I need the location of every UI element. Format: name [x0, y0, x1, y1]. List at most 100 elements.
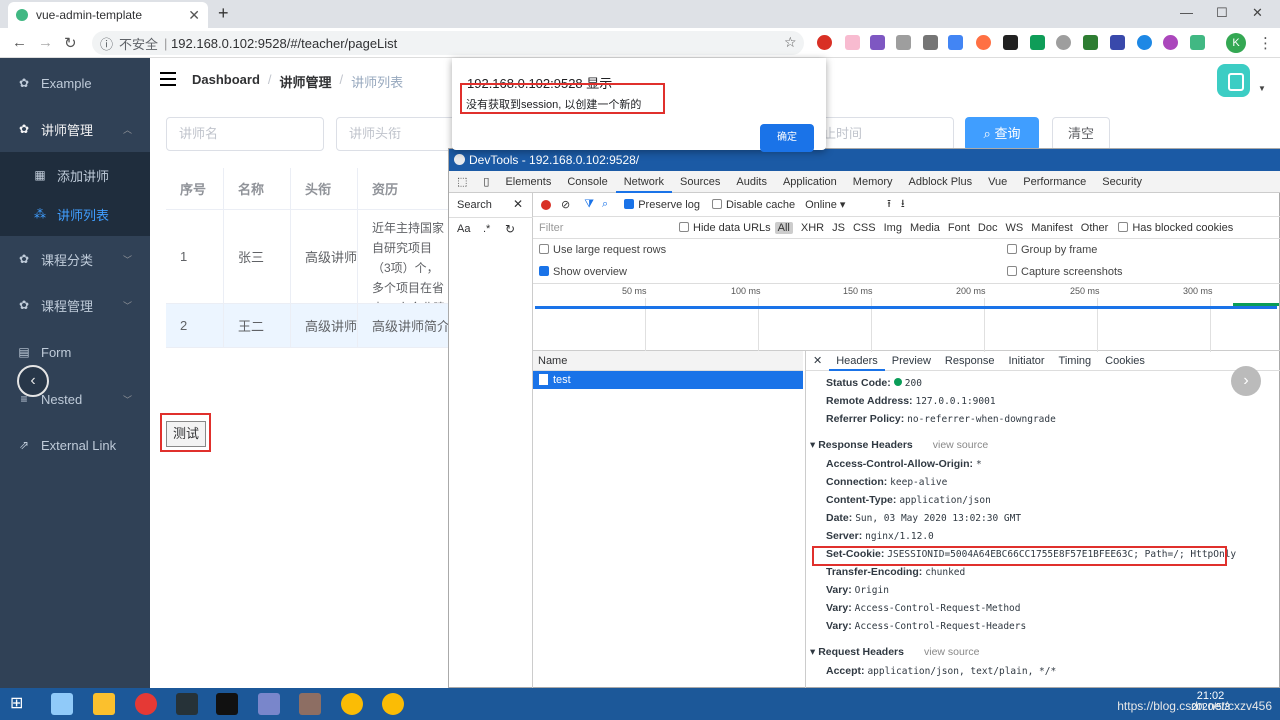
sidebar-item-course-category[interactable]: ✿ 课程分类 ﹀	[0, 236, 150, 282]
sidebar-item-teacher-manage[interactable]: ✿ 讲师管理 ︿	[0, 106, 150, 152]
extension-icon[interactable]	[1163, 35, 1178, 50]
app-icon[interactable]	[258, 693, 280, 715]
test-button[interactable]: 测试	[166, 421, 206, 447]
chrome-icon[interactable]	[341, 693, 363, 715]
timeline-overview[interactable]: 50 ms 100 ms 150 ms 200 ms 250 ms 300 ms	[533, 283, 1280, 352]
shield-extension-icon[interactable]	[1030, 35, 1045, 50]
type-media[interactable]: Media	[910, 222, 940, 234]
tab-adblock[interactable]: Adblock Plus	[901, 171, 981, 193]
extension-icon[interactable]	[1083, 35, 1098, 50]
collapse-circle-icon[interactable]: ‹	[17, 365, 49, 397]
extension-icon[interactable]	[1056, 35, 1071, 50]
refresh-search-icon[interactable]: ↻	[505, 222, 515, 236]
tab-vue[interactable]: Vue	[980, 171, 1015, 193]
type-js[interactable]: JS	[832, 222, 845, 234]
omnibox[interactable]: ⓘ 不安全 | 192.168.0.102:9528/#/teacher/pag…	[92, 31, 804, 55]
windows-start-icon[interactable]: ⊞	[10, 693, 32, 715]
regex-icon[interactable]: .*	[483, 223, 490, 235]
tab-headers[interactable]: Headers	[829, 351, 885, 371]
extension-icon[interactable]	[1003, 35, 1018, 50]
sidebar-item-external-link[interactable]: ⇗ External Link	[0, 422, 150, 468]
avatar[interactable]	[1217, 64, 1250, 97]
close-search-icon[interactable]: ✕	[513, 197, 523, 211]
tab-audits[interactable]: Audits	[728, 171, 775, 193]
request-row[interactable]: test	[533, 371, 803, 389]
breadcrumb-home[interactable]: Dashboard	[192, 72, 260, 91]
teacher-title-select[interactable]: 讲师头衔	[336, 117, 456, 151]
type-font[interactable]: Font	[948, 222, 970, 234]
type-other[interactable]: Other	[1081, 222, 1109, 234]
type-css[interactable]: CSS	[853, 222, 876, 234]
upload-icon[interactable]: ⭱	[887, 195, 891, 214]
hamburger-icon[interactable]	[160, 72, 176, 86]
name-column-header[interactable]: Name	[533, 351, 803, 371]
tab-memory[interactable]: Memory	[845, 171, 901, 193]
filter-input[interactable]: Filter	[539, 222, 679, 234]
intellij-icon[interactable]	[216, 693, 238, 715]
table-row[interactable]: 1 张三 高级讲师 近年主持国家自研究项目（3项）个，多个项目在省内16家企业建	[166, 210, 450, 304]
close-tab-icon[interactable]: ✕	[188, 7, 200, 24]
tab-initiator[interactable]: Initiator	[1001, 355, 1051, 367]
type-ws[interactable]: WS	[1005, 222, 1023, 234]
new-tab-icon[interactable]: +	[218, 3, 229, 24]
table-row[interactable]: 2 王二 高级讲师 高级讲师简介	[166, 304, 450, 348]
tab-security[interactable]: Security	[1094, 171, 1150, 193]
minimize-icon[interactable]: —	[1180, 5, 1193, 20]
vue-devtools-icon[interactable]	[1190, 35, 1205, 50]
maximize-icon[interactable]: ☐	[1216, 5, 1228, 21]
filter-icon[interactable]: ⧩	[584, 198, 594, 211]
folder-icon[interactable]	[93, 693, 115, 715]
search-icon[interactable]: ⌕	[602, 198, 608, 211]
camera-extension-icon[interactable]	[923, 35, 938, 50]
tab-preview[interactable]: Preview	[885, 355, 938, 367]
throttle-select[interactable]: Online ▾	[805, 198, 869, 211]
large-rows-checkbox[interactable]: Use large request rows	[539, 244, 666, 256]
blocked-cookies-checkbox[interactable]: Has blocked cookies	[1118, 221, 1233, 234]
disable-cache-checkbox[interactable]: Disable cache	[711, 198, 795, 211]
tab-network[interactable]: Network	[615, 171, 673, 193]
music-app-icon[interactable]	[135, 693, 157, 715]
caret-down-icon[interactable]: ▼	[1258, 84, 1266, 93]
profile-avatar[interactable]: K	[1226, 33, 1246, 53]
tab-performance[interactable]: Performance	[1015, 171, 1094, 193]
inspect-icon[interactable]: ⬚	[449, 171, 475, 193]
forward-icon[interactable]: →	[38, 34, 53, 51]
app-icon[interactable]	[299, 693, 321, 715]
capture-screenshots-checkbox[interactable]: Capture screenshots	[1007, 266, 1123, 278]
type-all[interactable]: All	[774, 221, 793, 234]
tab-cookies[interactable]: Cookies	[1098, 355, 1152, 367]
tab-elements[interactable]: Elements	[497, 171, 559, 193]
check-extension-icon[interactable]	[896, 35, 911, 50]
translate-extension-icon[interactable]	[948, 35, 963, 50]
extension-icon[interactable]	[976, 35, 991, 50]
adblock-extension-icon[interactable]	[817, 35, 832, 50]
clear-button[interactable]: 清空	[1052, 117, 1110, 151]
download-icon[interactable]: ⭳	[901, 195, 905, 214]
extension-icon[interactable]	[870, 35, 885, 50]
tab-application[interactable]: Application	[775, 171, 845, 193]
close-detail-icon[interactable]: ✕	[806, 354, 829, 367]
app-icon[interactable]	[51, 693, 73, 715]
type-doc[interactable]: Doc	[978, 222, 998, 234]
hide-data-urls-checkbox[interactable]: Hide data URLs	[679, 221, 771, 234]
response-headers-section[interactable]: ▾ Response Headers view source	[810, 439, 988, 451]
clear-icon[interactable]: ⊘	[561, 198, 570, 211]
type-manifest[interactable]: Manifest	[1031, 222, 1073, 234]
webstorm-icon[interactable]	[176, 693, 198, 715]
back-icon[interactable]: ←	[12, 34, 27, 51]
tab-timing[interactable]: Timing	[1052, 355, 1099, 367]
show-overview-checkbox[interactable]: Show overview	[539, 266, 627, 278]
type-xhr[interactable]: XHR	[801, 222, 824, 234]
request-headers-section[interactable]: ▾ Request Headers view source	[810, 646, 979, 658]
reload-icon[interactable]: ↻	[64, 34, 77, 52]
chrome-icon[interactable]	[382, 693, 404, 715]
sidebar-item-course-manage[interactable]: ✿ 课程管理 ﹀	[0, 282, 150, 328]
extension-icon[interactable]	[845, 35, 860, 50]
tab-response[interactable]: Response	[938, 355, 1002, 367]
browser-tab[interactable]: vue-admin-template ✕	[8, 2, 208, 28]
group-frame-checkbox[interactable]: Group by frame	[1007, 244, 1097, 256]
device-toggle-icon[interactable]: ▯	[475, 171, 497, 193]
menu-icon[interactable]: ⋮	[1258, 34, 1273, 52]
preserve-log-checkbox[interactable]: Preserve log	[624, 198, 700, 211]
extension-icon[interactable]	[1110, 35, 1125, 50]
